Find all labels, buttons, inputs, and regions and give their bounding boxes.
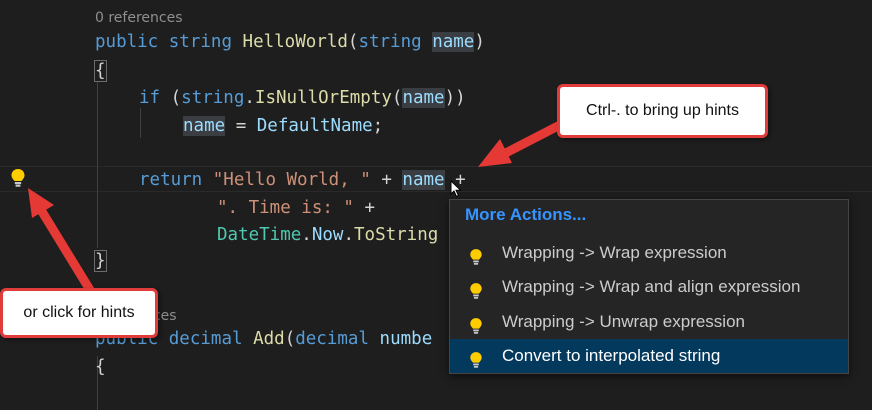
code-line-10: { <box>95 357 106 377</box>
code-line-6: ". Time is: " + <box>217 198 376 218</box>
menu-item-wrap-align-expression[interactable]: Wrapping -> Wrap and align expression <box>450 270 848 304</box>
highlighted-symbol: name <box>432 32 475 52</box>
menu-item-unwrap-expression[interactable]: Wrapping -> Unwrap expression <box>450 305 848 339</box>
hint-callout-shortcut: Ctrl-. to bring up hints <box>557 84 768 138</box>
code-line-8: } <box>94 248 107 274</box>
code-line-4: name = DefaultName; <box>183 116 384 136</box>
gutter-lightbulb-icon[interactable] <box>10 168 26 192</box>
code-line-2: { <box>94 58 107 84</box>
menu-item-wrap-expression[interactable]: Wrapping -> Wrap expression <box>450 236 848 270</box>
codelens-references[interactable]: 0 references <box>95 8 183 28</box>
indent-guide <box>97 82 98 248</box>
lightbulb-icon <box>469 347 483 381</box>
highlighted-symbol: name <box>183 116 226 136</box>
matching-brace: } <box>94 250 107 272</box>
highlighted-symbol: name <box>402 170 445 190</box>
highlighted-symbol: name <box>402 88 445 108</box>
hint-callout-click: or click for hints <box>0 288 158 338</box>
indent-guide <box>140 108 141 138</box>
code-line-3: if (string.IsNullOrEmpty(name)) <box>139 88 466 108</box>
code-line-5: return "Hello World, " + name + <box>139 170 466 190</box>
code-line-1: public string HelloWorld(string name) <box>95 32 485 52</box>
quick-actions-menu: More Actions... Wrapping -> Wrap express… <box>449 199 849 374</box>
more-actions-link[interactable]: More Actions... <box>465 205 586 225</box>
code-line-7: DateTime.Now.ToString <box>217 225 439 245</box>
menu-item-convert-interpolated-string[interactable]: Convert to interpolated string <box>450 339 848 373</box>
matching-brace: { <box>94 60 107 82</box>
